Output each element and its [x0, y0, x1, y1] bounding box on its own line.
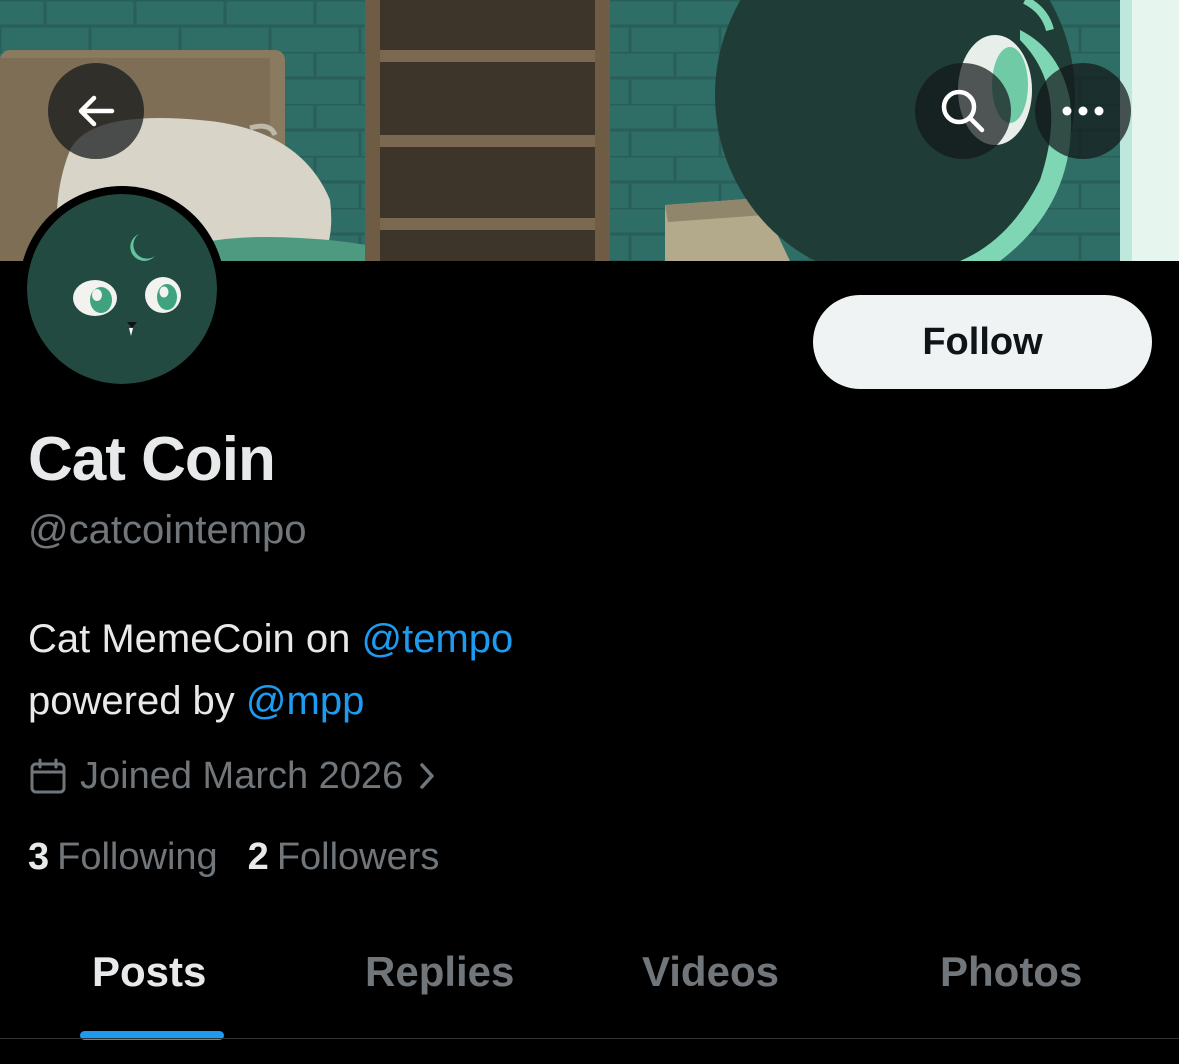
followers-count: 2: [247, 836, 269, 878]
calendar-icon: [28, 756, 68, 796]
display-name: Cat Coin: [28, 425, 276, 494]
back-button[interactable]: [48, 63, 144, 159]
profile-page: Follow Cat Coin @catcointempo Cat MemeCo…: [0, 0, 1179, 1064]
followers-link[interactable]: 2 Followers: [248, 836, 440, 879]
user-handle: @catcointempo: [28, 508, 307, 552]
joined-text: Joined March 2026: [80, 754, 404, 797]
following-count: 3: [28, 836, 50, 878]
bio-text: Cat MemeCoin on: [28, 617, 362, 661]
tab-photos[interactable]: Photos: [940, 948, 1082, 996]
follow-stats: 3 Following 2 Followers: [28, 836, 439, 879]
search-icon: [941, 89, 985, 133]
arrow-left-icon: [78, 95, 115, 127]
search-button[interactable]: [915, 63, 1011, 159]
joined-date[interactable]: Joined March 2026: [28, 752, 437, 800]
bio-line-1: Cat MemeCoin on @tempo: [28, 608, 513, 670]
tab-posts[interactable]: Posts: [92, 948, 206, 996]
followers-label: Followers: [276, 836, 440, 878]
bio-text: powered by: [28, 679, 246, 723]
tabs-divider: [0, 1038, 1179, 1039]
more-horizontal-icon: [1062, 106, 1104, 116]
bio-line-2: powered by @mpp: [28, 670, 513, 732]
profile-tabs: Posts Replies Videos Photos: [0, 930, 1179, 1040]
avatar[interactable]: [19, 186, 225, 392]
cat-face-logo: [27, 194, 217, 384]
avatar-image: [27, 194, 217, 384]
chevron-right-icon: [417, 760, 437, 792]
more-options-button[interactable]: [1035, 63, 1131, 159]
follow-button[interactable]: Follow: [813, 295, 1152, 389]
tab-videos[interactable]: Videos: [642, 948, 779, 996]
tab-replies[interactable]: Replies: [365, 948, 514, 996]
mention-link-mpp[interactable]: @mpp: [246, 679, 364, 723]
profile-bio: Cat MemeCoin on @tempo powered by @mpp: [28, 608, 513, 732]
mention-link-tempo[interactable]: @tempo: [361, 617, 513, 661]
following-link[interactable]: 3 Following: [28, 836, 218, 879]
following-label: Following: [57, 836, 218, 878]
